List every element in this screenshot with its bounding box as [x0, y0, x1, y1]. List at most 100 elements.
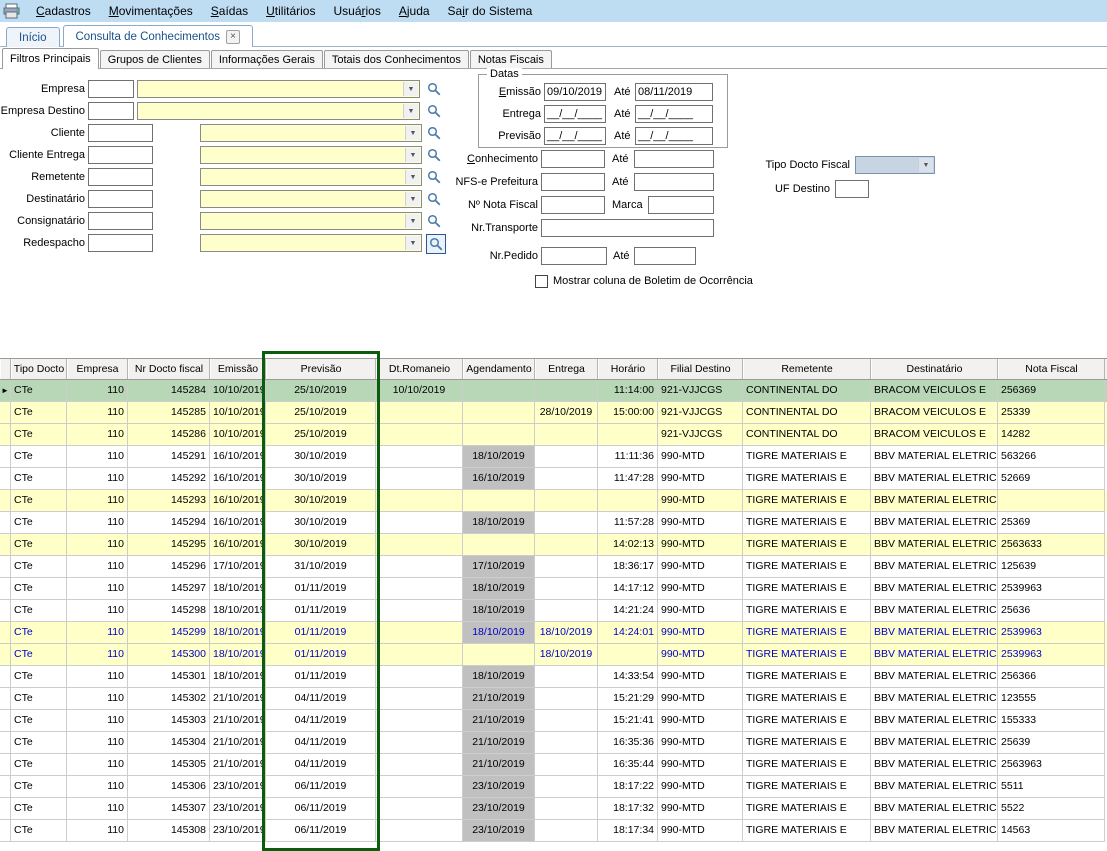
col-header-nota-fiscal[interactable]: Nota Fiscal [998, 359, 1105, 379]
tab-filtros-principais[interactable]: Filtros Principais [2, 48, 99, 69]
cell-empresa: 110 [67, 710, 128, 732]
emissao-to-input[interactable]: 08/11/2019 [635, 83, 713, 101]
cell-previsao: 30/10/2019 [266, 512, 376, 534]
cell-previsao: 30/10/2019 [266, 446, 376, 468]
nr-transporte-label: Nr.Transporte [400, 219, 538, 237]
cliente-combo[interactable]: ▼ [200, 124, 422, 142]
col-header-destinatario[interactable]: Destinatário [871, 359, 998, 379]
grid-row[interactable]: ►CTe11014528410/10/201925/10/201910/10/2… [0, 380, 1107, 402]
chevron-down-icon: ▼ [403, 104, 418, 118]
grid-row[interactable]: CTe11014528510/10/201925/10/201928/10/20… [0, 402, 1107, 424]
col-header-label: Entrega [548, 363, 585, 375]
empresa-destino-combo[interactable]: ▼ [137, 102, 420, 120]
col-header-remetente[interactable]: Remetente [743, 359, 871, 379]
col-header-selector[interactable] [0, 359, 11, 379]
cell-entrega [535, 556, 598, 578]
nr-transporte-input[interactable] [541, 219, 714, 237]
nr-pedido-input[interactable] [541, 247, 607, 265]
cell-agendamento: 18/10/2019 [463, 512, 535, 534]
grid-row[interactable]: CTe11014530321/10/201904/11/201921/10/20… [0, 710, 1107, 732]
grid-row[interactable]: CTe11014528610/10/201925/10/2019921-VJJC… [0, 424, 1107, 446]
cell-dt-romaneio [376, 754, 463, 776]
emissao-from-input[interactable]: 09/10/2019 [544, 83, 606, 101]
cell-tipo-docto: CTe [11, 622, 67, 644]
cell-tipo-docto: CTe [11, 600, 67, 622]
col-header-label: Remetente [781, 363, 832, 375]
col-header-entrega[interactable]: Entrega [535, 359, 598, 379]
col-header-agendamento[interactable]: Agendamento [463, 359, 535, 379]
grid-row[interactable]: CTe11014530723/10/201906/11/201923/10/20… [0, 798, 1107, 820]
col-header-tipo-docto[interactable]: Tipo Docto [11, 359, 67, 379]
col-header-nr-docto-fiscal[interactable]: Nr Docto fiscal [128, 359, 210, 379]
cell-horario: 14:17:12 [598, 578, 658, 600]
cell-agendamento [463, 490, 535, 512]
boletim-checkbox[interactable] [535, 275, 548, 288]
cliente-code-input[interactable] [88, 124, 153, 142]
col-header-dt-romaneio[interactable]: Dt.Romaneio [376, 359, 463, 379]
grid-row[interactable]: CTe11014530823/10/201906/11/201923/10/20… [0, 820, 1107, 842]
grid-row[interactable]: CTe11014530018/10/201901/11/201918/10/20… [0, 644, 1107, 666]
grid-row[interactable]: CTe11014529216/10/201930/10/201916/10/20… [0, 468, 1107, 490]
col-header-filial-destino[interactable]: Filial Destino [658, 359, 743, 379]
cell-entrega [535, 820, 598, 842]
tipo-docto-fiscal-combo[interactable]: ▼ [855, 156, 935, 174]
grid-row[interactable]: CTe11014530221/10/201904/11/201921/10/20… [0, 688, 1107, 710]
cell-nr-docto-fiscal: 145295 [128, 534, 210, 556]
entrega-from-input[interactable]: __/__/____ [544, 105, 606, 123]
col-header-previsao[interactable]: Previsão [266, 359, 376, 379]
cell-entrega [535, 578, 598, 600]
cell-remetente: TIGRE MATERIAIS E [743, 710, 871, 732]
grid-row[interactable]: CTe11014529516/10/201930/10/201914:02:13… [0, 534, 1107, 556]
cell-remetente: TIGRE MATERIAIS E [743, 556, 871, 578]
previsao-to-input[interactable]: __/__/____ [635, 127, 713, 145]
cell-emissao: 17/10/2019 [210, 556, 266, 578]
cell-entrega [535, 666, 598, 688]
cell-nota-fiscal: 25639 [998, 732, 1105, 754]
row-selector [0, 424, 11, 446]
nr-pedido-ate-input[interactable] [634, 247, 696, 265]
grid-row[interactable]: CTe11014529116/10/201930/10/201918/10/20… [0, 446, 1107, 468]
col-header-emissao[interactable]: Emissão [210, 359, 266, 379]
grid-row[interactable]: CTe11014529818/10/201901/11/201918/10/20… [0, 600, 1107, 622]
empresa-destino-code-input[interactable] [88, 102, 134, 120]
empresa-search-icon[interactable] [427, 82, 443, 98]
grid-row[interactable]: CTe11014530118/10/201901/11/201918/10/20… [0, 666, 1107, 688]
previsao-from-input[interactable]: __/__/____ [544, 127, 606, 145]
cell-filial-destino: 990-MTD [658, 820, 743, 842]
cell-nr-docto-fiscal: 145292 [128, 468, 210, 490]
cell-horario: 16:35:36 [598, 732, 658, 754]
col-header-empresa[interactable]: Empresa [67, 359, 128, 379]
empresa-destino-search-icon[interactable] [427, 104, 443, 120]
cliente-search-icon[interactable] [427, 126, 443, 142]
grid-row[interactable]: CTe11014530521/10/201904/11/201921/10/20… [0, 754, 1107, 776]
grid-row[interactable]: CTe11014529416/10/201930/10/201918/10/20… [0, 512, 1107, 534]
grid-row[interactable]: CTe11014530421/10/201904/11/201921/10/20… [0, 732, 1107, 754]
empresa-code-input[interactable] [88, 80, 134, 98]
empresa-label: Empresa [0, 80, 85, 98]
cell-emissao: 18/10/2019 [210, 622, 266, 644]
cell-tipo-docto: CTe [11, 644, 67, 666]
cell-nota-fiscal: 52669 [998, 468, 1105, 490]
col-header-label: Nota Fiscal [1025, 363, 1078, 375]
cell-empresa: 110 [67, 776, 128, 798]
entrega-to-input[interactable]: __/__/____ [635, 105, 713, 123]
uf-destino-input[interactable] [835, 180, 869, 198]
grid-row[interactable]: CTe11014529617/10/201931/10/201917/10/20… [0, 556, 1107, 578]
grid-row[interactable]: CTe11014529718/10/201901/11/201918/10/20… [0, 578, 1107, 600]
row-selector [0, 666, 11, 688]
cell-dt-romaneio [376, 820, 463, 842]
empresa-combo[interactable]: ▼ [137, 80, 420, 98]
cell-tipo-docto: CTe [11, 556, 67, 578]
grid-row[interactable]: CTe11014529918/10/201901/11/201918/10/20… [0, 622, 1107, 644]
cell-nr-docto-fiscal: 145296 [128, 556, 210, 578]
cell-tipo-docto: CTe [11, 710, 67, 732]
grid-row[interactable]: CTe11014529316/10/201930/10/2019990-MTDT… [0, 490, 1107, 512]
cell-agendamento: 23/10/2019 [463, 820, 535, 842]
filter-row-empresa-destino: Empresa Destino▼ [0, 102, 470, 122]
cell-dt-romaneio [376, 556, 463, 578]
col-header-horario[interactable]: Horário [598, 359, 658, 379]
row-selector [0, 578, 11, 600]
cell-agendamento: 21/10/2019 [463, 754, 535, 776]
grid-row[interactable]: CTe11014530623/10/201906/11/201923/10/20… [0, 776, 1107, 798]
cell-remetente: TIGRE MATERIAIS E [743, 754, 871, 776]
